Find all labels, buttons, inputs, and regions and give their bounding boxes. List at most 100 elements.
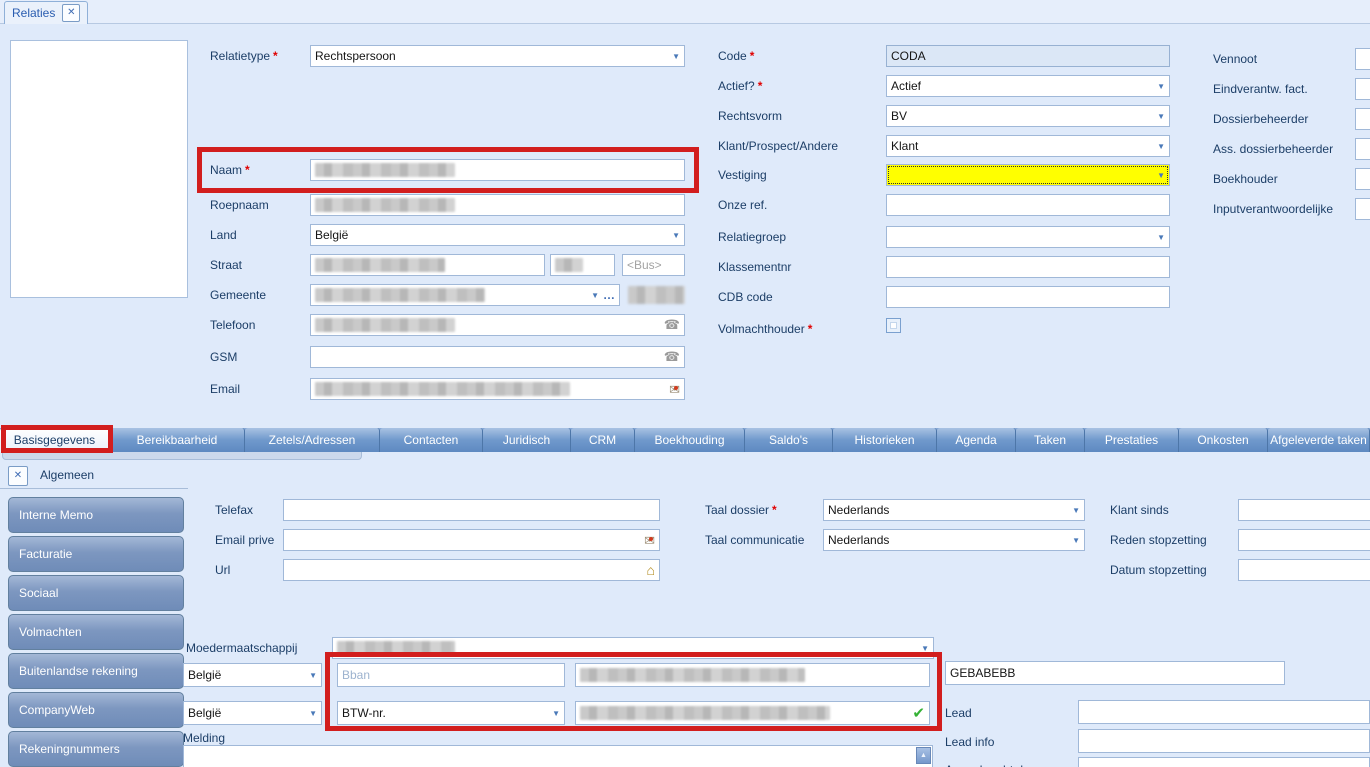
klant-sinds-field[interactable] (1238, 499, 1370, 521)
btw-nummer-field[interactable]: ✔ (575, 701, 930, 725)
url-field[interactable]: ⌂ (283, 559, 660, 581)
btw-type-field[interactable]: BTW-nr.▼ (337, 701, 565, 725)
chevron-down-icon[interactable]: ▼ (672, 52, 680, 61)
taal-dossier-field[interactable]: Nederlands▼ (823, 499, 1085, 521)
chevron-down-icon[interactable]: ▼ (1157, 82, 1165, 91)
aangebracht-door-field[interactable] (1078, 757, 1370, 767)
tab-boekhouding[interactable]: Boekhouding (635, 428, 745, 452)
klant-prospect-andere-field[interactable]: Klant▼ (886, 135, 1170, 157)
klassementnr-field[interactable] (886, 256, 1170, 278)
tab-prestaties[interactable]: Prestaties (1085, 428, 1179, 452)
gsm-field[interactable]: ☎ (310, 346, 685, 368)
onze-ref-field[interactable] (886, 194, 1170, 216)
chevron-down-icon[interactable]: ▼ (591, 291, 599, 300)
roepnaam-field[interactable] (310, 194, 685, 216)
telefoon-field[interactable]: ☎ (310, 314, 685, 336)
volmachthouder-checkbox[interactable] (886, 318, 901, 333)
eindverantw-fact-field[interactable] (1355, 78, 1370, 100)
chevron-down-icon[interactable]: ▼ (921, 644, 929, 653)
tab-saldo-s[interactable]: Saldo's (745, 428, 833, 452)
tab-basisgegevens[interactable]: Basisgegevens (0, 428, 110, 452)
bban-field[interactable]: Bban (337, 663, 565, 687)
straat-field[interactable] (310, 254, 545, 276)
chevron-down-icon[interactable]: ▼ (1157, 112, 1165, 121)
sidebar-item-facturatie[interactable]: Facturatie (8, 536, 184, 572)
straat-nummer-field[interactable] (550, 254, 615, 276)
chevron-down-icon[interactable]: ▼ (672, 231, 680, 240)
field-label-roepnaam: Roepnaam (210, 198, 269, 212)
chevron-down-icon[interactable]: ▼ (309, 671, 317, 680)
close-icon[interactable]: ✕ (62, 4, 80, 22)
gemeente-field[interactable]: ▼… (310, 284, 620, 306)
sidebar-item-sociaal[interactable]: Sociaal (8, 575, 184, 611)
tab-bereikbaarheid[interactable]: Bereikbaarheid (110, 428, 245, 452)
tab-afgeleverde-taken[interactable]: Afgeleverde taken (1268, 428, 1370, 452)
melding-textarea[interactable] (183, 745, 933, 767)
scroll-up-icon[interactable]: ▲ (916, 747, 931, 764)
email-field[interactable]: ✉ (310, 378, 685, 400)
field-label-volmachthouder: Volmachthouder* (718, 322, 812, 336)
bic-field[interactable]: GEBABEBB (945, 661, 1285, 685)
iban-field[interactable] (575, 663, 930, 687)
tab-agenda[interactable]: Agenda (937, 428, 1016, 452)
inputverantwoordelijke-field[interactable] (1355, 198, 1370, 220)
focus-marquee (888, 166, 1168, 184)
field-label-moedermaatschappij: Moedermaatschappij (186, 641, 297, 655)
lead-field[interactable] (1078, 700, 1370, 724)
chevron-down-icon[interactable]: ▼ (1157, 233, 1165, 242)
sidebar-item-companyweb[interactable]: CompanyWeb (8, 692, 184, 728)
sidebar-header-algemeen[interactable]: ✕Algemeen (0, 463, 188, 489)
field-label-klassementnr: Klassementnr (718, 260, 791, 274)
chevron-down-icon[interactable]: ▼ (309, 709, 317, 718)
actief-field[interactable]: Actief▼ (886, 75, 1170, 97)
redacted-value (580, 706, 830, 720)
bank-land-1-field[interactable]: België▼ (183, 663, 322, 687)
field-label-datum-stopzetting: Datum stopzetting (1110, 563, 1207, 577)
chevron-down-icon[interactable]: ▼ (1072, 536, 1080, 545)
straat-bus-field[interactable]: <Bus> (622, 254, 685, 276)
close-panel-icon[interactable]: ✕ (8, 466, 28, 486)
window-tab-relaties[interactable]: Relaties ✕ (4, 1, 88, 24)
sidebar-item-volmachten[interactable]: Volmachten (8, 614, 184, 650)
vennoot-field[interactable] (1355, 48, 1370, 70)
datum-stopzetting-field[interactable] (1238, 559, 1370, 581)
ass-dossierbeheerder-field[interactable] (1355, 138, 1370, 160)
boekhouder-field[interactable] (1355, 168, 1370, 190)
cdb-code-field[interactable] (886, 286, 1170, 308)
dossierbeheerder-field[interactable] (1355, 108, 1370, 130)
chevron-down-icon[interactable]: ▼ (1072, 506, 1080, 515)
required-marker: * (808, 322, 813, 336)
naam-field[interactable] (310, 159, 685, 181)
chevron-down-icon[interactable]: ▼ (1157, 142, 1165, 151)
sidebar-item-rekeningnummers[interactable]: Rekeningnummers (8, 731, 184, 767)
chevron-down-icon[interactable]: ▼ (552, 709, 560, 718)
tab-zetels-adressen[interactable]: Zetels/Adressen (245, 428, 380, 452)
tab-taken[interactable]: Taken (1016, 428, 1085, 452)
tab-onkosten[interactable]: Onkosten (1179, 428, 1268, 452)
ellipsis-icon[interactable]: … (603, 288, 615, 302)
tab-crm[interactable]: CRM (571, 428, 635, 452)
rechtsvorm-field[interactable]: BV▼ (886, 105, 1170, 127)
code-field[interactable]: CODA (886, 45, 1170, 67)
email-prive-field[interactable]: ✉ (283, 529, 660, 551)
telefax-field[interactable] (283, 499, 660, 521)
taal-communicatie-field[interactable]: Nederlands▼ (823, 529, 1085, 551)
home-icon[interactable]: ⌂ (647, 562, 655, 578)
bank-land-2-field[interactable]: België▼ (183, 701, 322, 725)
chevron-down-icon[interactable]: ▼ (1157, 171, 1165, 180)
relatietype-field[interactable]: Rechtspersoon▼ (310, 45, 685, 67)
tab-contacten[interactable]: Contacten (380, 428, 483, 452)
send-email-icon[interactable]: ✉ (669, 383, 680, 396)
relation-photo-placeholder[interactable] (10, 40, 188, 298)
relatiegroep-field[interactable]: ▼ (886, 226, 1170, 248)
moedermaatschappij-field[interactable]: ▼ (332, 637, 934, 659)
sidebar-item-buitenlandse-rekening[interactable]: Buitenlandse rekening (8, 653, 184, 689)
tab-historieken[interactable]: Historieken (833, 428, 937, 452)
send-email-icon[interactable]: ✉ (644, 534, 655, 547)
lead-info-field[interactable] (1078, 729, 1370, 753)
land-field[interactable]: België▼ (310, 224, 685, 246)
tab-juridisch[interactable]: Juridisch (483, 428, 571, 452)
sidebar-item-interne-memo[interactable]: Interne Memo (8, 497, 184, 533)
vestiging-field[interactable]: ▼ (886, 164, 1170, 186)
reden-stopzetting-field[interactable] (1238, 529, 1370, 551)
